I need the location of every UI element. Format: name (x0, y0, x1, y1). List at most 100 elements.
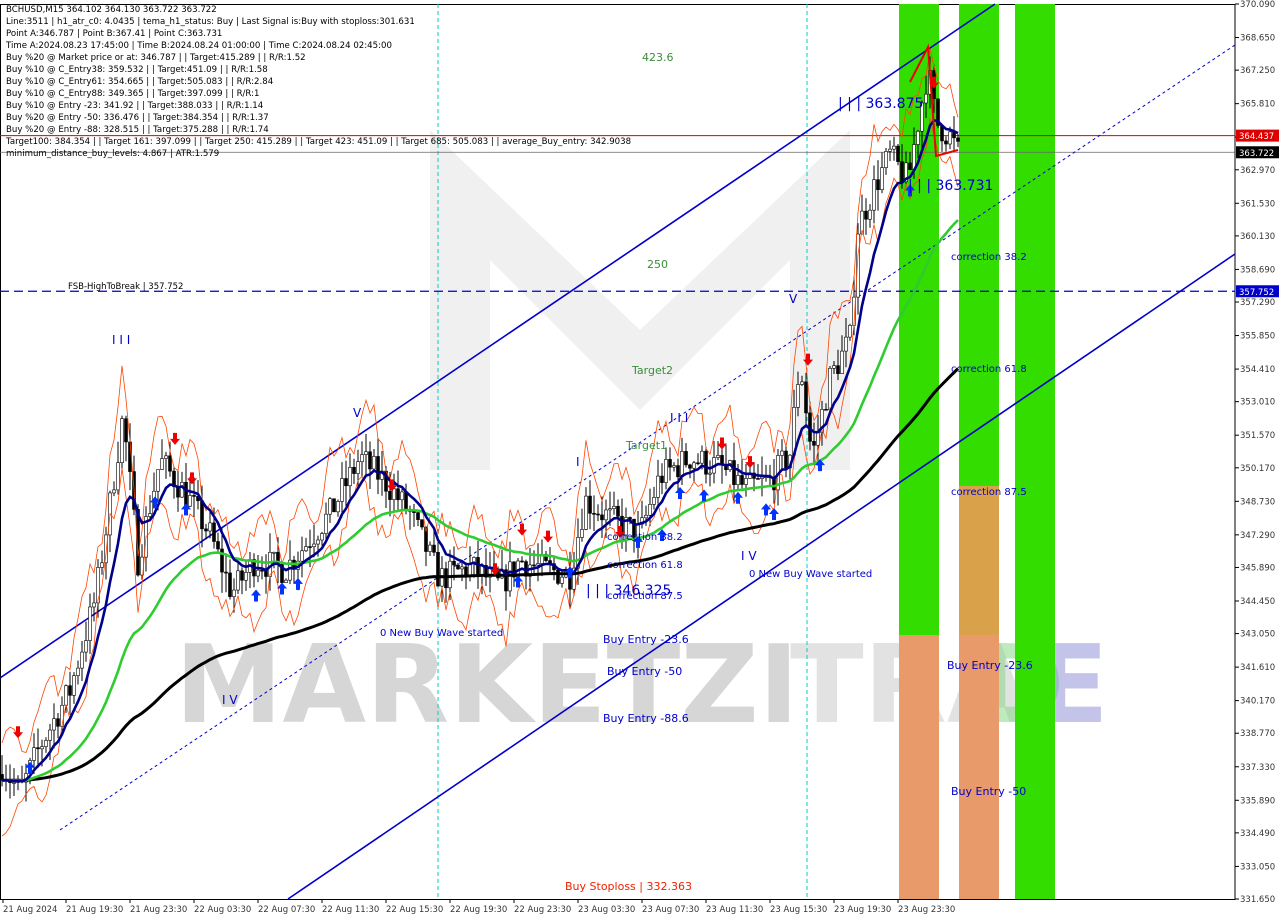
candle-body (588, 495, 592, 514)
candle-body (368, 451, 372, 470)
candle-body (948, 131, 952, 145)
candle-body (756, 478, 760, 480)
candle-body (348, 467, 352, 487)
correction-38-left: correction 38.2 (607, 532, 683, 543)
candle-body (376, 456, 380, 480)
candle-body (372, 456, 376, 470)
candle-body (944, 140, 948, 145)
candle-body (52, 718, 56, 731)
x-tick-label: 23 Aug 11:30 (706, 905, 763, 915)
candle-body (664, 459, 668, 483)
candle-body (628, 517, 632, 520)
candle-body (856, 233, 860, 298)
candle-body (448, 560, 452, 589)
candle-body (892, 145, 896, 150)
buy-entry-50-right: Buy Entry -50 (951, 785, 1026, 798)
y-tick-label: 331.650 (1240, 895, 1275, 905)
candle-body (828, 368, 832, 411)
y-tick-label: 347.290 (1240, 531, 1275, 541)
wave-start-2: 0 New Buy Wave started (749, 569, 872, 580)
point-c-label: | | | 363.731 (908, 178, 993, 194)
candle-body (428, 544, 432, 552)
y-tick-label: 362.970 (1240, 166, 1275, 176)
candle-body (560, 576, 564, 584)
y-tick-label: 355.850 (1240, 332, 1275, 342)
candle-body (392, 488, 396, 500)
y-tick-label: 368.650 (1240, 34, 1275, 44)
x-tick-label: 23 Aug 07:30 (642, 905, 699, 915)
candle-body (556, 569, 560, 584)
candle-body (608, 508, 612, 511)
candle-body (704, 450, 708, 475)
candle-body (256, 569, 260, 577)
candle-body (536, 563, 540, 566)
y-tick-label: 341.610 (1240, 663, 1275, 673)
candle-body (164, 455, 168, 459)
candle-body (304, 546, 308, 552)
candle-body (320, 533, 324, 541)
candle-body (56, 718, 60, 727)
bar-orange-2 (959, 635, 999, 899)
y-tick-label: 357.290 (1240, 298, 1275, 308)
candle-body (804, 381, 808, 414)
info-line: BCHUSD,M15 364.102 364.130 363.722 363.7… (6, 5, 217, 15)
candle-body (456, 564, 460, 570)
candle-body (692, 462, 696, 469)
candle-body (700, 450, 704, 464)
candle-body (596, 513, 600, 516)
y-tick-label: 360.130 (1240, 232, 1275, 242)
x-tick-label: 23 Aug 19:30 (834, 905, 891, 915)
fsb-label: FSB-HighToBreak | 357.752 (68, 282, 183, 292)
candle-body (192, 495, 196, 497)
y-tick-label: 365.810 (1240, 100, 1275, 110)
candle-body (308, 546, 312, 548)
candle-body (224, 571, 228, 574)
candle-body (352, 467, 356, 474)
x-tick-label: 23 Aug 15:30 (770, 905, 827, 915)
candle-body (44, 740, 48, 747)
candle-body (124, 418, 128, 443)
candle-body (760, 476, 764, 479)
candle-body (232, 589, 236, 597)
candle-body (48, 729, 52, 741)
candle-body (656, 475, 660, 498)
candle-body (332, 498, 336, 513)
y-tick-label: 353.010 (1240, 398, 1275, 408)
y-tick-label: 344.450 (1240, 597, 1275, 607)
candle-body (520, 560, 524, 563)
candle-body (200, 500, 204, 530)
wave-v-1: V (353, 406, 362, 420)
candle-body (148, 513, 152, 517)
candle-body (956, 137, 960, 142)
candle-body (676, 465, 680, 478)
candle-body (844, 336, 848, 352)
candle-body (800, 381, 804, 385)
candle-body (848, 325, 852, 338)
y-tick-label: 335.890 (1240, 796, 1275, 806)
bar-orange-1 (899, 635, 939, 899)
candle-body (32, 747, 36, 761)
correction-38-right: correction 38.2 (951, 252, 1027, 263)
buy-entry-88-left: Buy Entry -88.6 (603, 712, 689, 725)
candle-body (816, 432, 820, 446)
y-tick-label: 351.570 (1240, 431, 1275, 441)
info-line: Point A:346.787 | Point B:367.41 | Point… (6, 29, 223, 39)
wave-iii-1: I I I (112, 333, 130, 347)
candle-body (460, 566, 464, 570)
candle-body (208, 522, 212, 532)
price-tag-label: 363.722 (1239, 149, 1274, 159)
candle-body (244, 572, 248, 581)
x-tick-label: 22 Aug 15:30 (386, 905, 443, 915)
wave-iv-2: I V (741, 549, 757, 563)
candle-body (180, 482, 184, 498)
candle-body (160, 458, 164, 470)
candle-body (600, 514, 604, 521)
candle-body (916, 130, 920, 145)
candle-body (604, 509, 608, 521)
x-tick-label: 23 Aug 03:30 (578, 905, 635, 915)
correction-87-right: correction 87.5 (951, 487, 1027, 498)
candle-body (64, 685, 68, 706)
candle-body (92, 602, 96, 608)
chart-root: MARKETZITRADEFSB-HighToBreak | 357.75242… (0, 0, 1280, 920)
candle-body (228, 572, 232, 597)
